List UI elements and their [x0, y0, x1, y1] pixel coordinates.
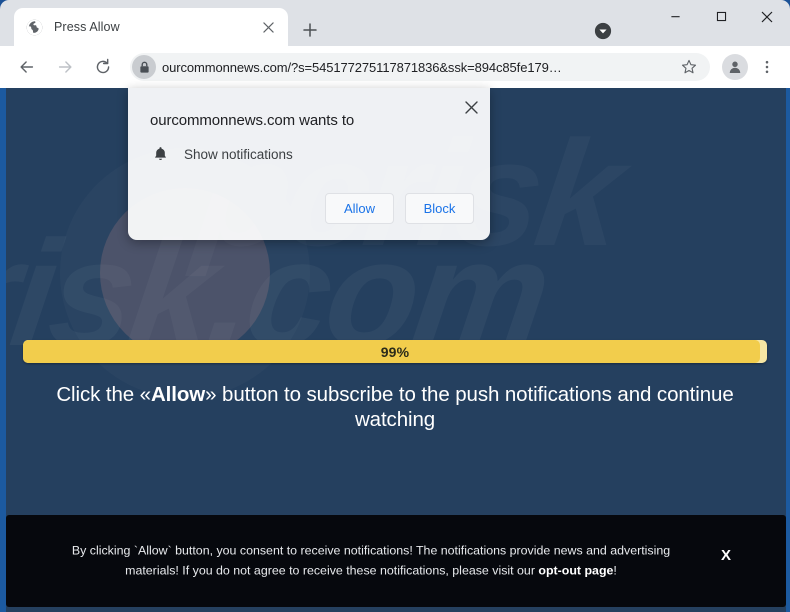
- consent-text-after: !: [613, 564, 617, 578]
- bell-icon: [150, 144, 170, 164]
- globe-icon: [26, 19, 43, 36]
- reload-icon[interactable]: [87, 51, 119, 83]
- minimize-button[interactable]: [652, 0, 698, 33]
- maximize-button[interactable]: [698, 0, 744, 33]
- instruction-text: Click the «Allow» button to subscribe to…: [45, 383, 745, 432]
- allow-button[interactable]: Allow: [325, 193, 394, 224]
- tab-close-icon[interactable]: [258, 17, 278, 37]
- page-right-edge: [786, 88, 790, 612]
- star-icon[interactable]: [676, 54, 702, 80]
- progress-bar: 99%: [23, 340, 767, 363]
- new-tab-button[interactable]: [296, 16, 324, 44]
- chevron-down-circle-icon[interactable]: [591, 19, 615, 43]
- dialog-title: ourcommonnews.com wants to: [150, 112, 355, 129]
- arrow-right-icon[interactable]: [49, 51, 81, 83]
- arrow-left-icon[interactable]: [11, 51, 43, 83]
- person-icon[interactable]: [722, 54, 748, 80]
- close-window-button[interactable]: [744, 0, 790, 33]
- dialog-permission-label: Show notifications: [184, 146, 293, 162]
- browser-tab[interactable]: Press Allow: [14, 8, 288, 46]
- consent-banner-close-icon[interactable]: X: [716, 545, 736, 565]
- lock-icon[interactable]: [132, 55, 156, 79]
- browser-window: Press Allow ourcommonnews.com/?s=5451772…: [0, 0, 790, 612]
- instruction-prefix: Click the «: [56, 383, 151, 406]
- address-bar-url[interactable]: ourcommonnews.com/?s=545177275117871836&…: [162, 60, 674, 75]
- window-controls: [652, 0, 790, 33]
- dialog-close-icon[interactable]: [460, 96, 482, 118]
- tab-title: Press Allow: [54, 20, 120, 34]
- notification-permission-dialog: ourcommonnews.com wants to Show notifica…: [128, 88, 490, 240]
- opt-out-link[interactable]: opt-out page: [538, 564, 613, 578]
- consent-banner-text: By clicking `Allow` button, you consent …: [46, 541, 696, 582]
- tab-strip: Press Allow: [0, 0, 790, 46]
- three-dots-vertical-icon[interactable]: [754, 54, 780, 80]
- browser-toolbar: ourcommonnews.com/?s=545177275117871836&…: [0, 46, 790, 88]
- instruction-suffix: » button to subscribe to the push notifi…: [205, 383, 734, 431]
- dialog-permission-row: Show notifications: [150, 144, 293, 164]
- progress-bar-label: 99%: [380, 343, 410, 360]
- consent-banner: By clicking `Allow` button, you consent …: [6, 515, 786, 607]
- instruction-bold: Allow: [150, 383, 206, 406]
- address-bar[interactable]: ourcommonnews.com/?s=545177275117871836&…: [130, 53, 710, 81]
- dialog-buttons: Allow Block: [325, 193, 474, 224]
- block-button[interactable]: Block: [405, 193, 474, 224]
